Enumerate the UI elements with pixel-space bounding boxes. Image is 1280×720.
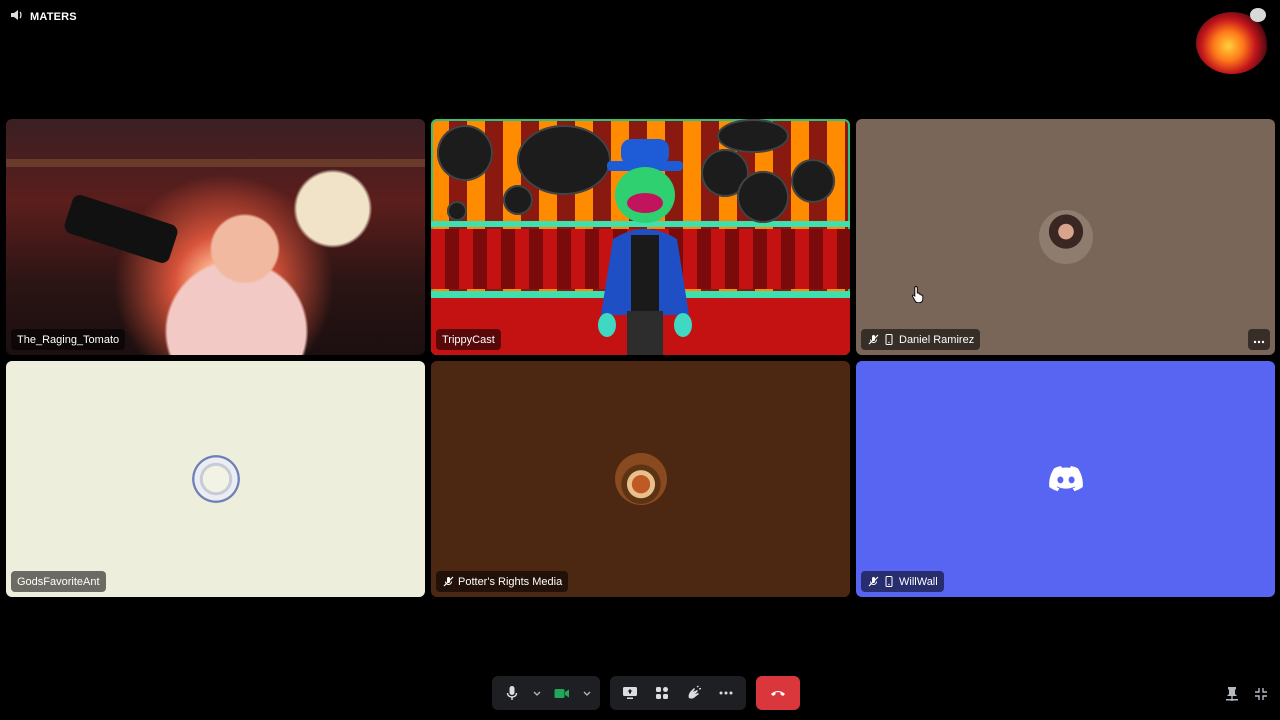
av-controls-group (492, 676, 600, 710)
user-avatar (188, 452, 243, 506)
pin-icon (1226, 687, 1238, 701)
screen-share-button[interactable] (616, 679, 644, 707)
chevron-down-icon (583, 691, 591, 696)
participant-name: Daniel Ramirez (899, 333, 975, 346)
participant-tile[interactable]: WillWall (856, 361, 1275, 597)
server-avatar[interactable] (1196, 8, 1268, 74)
speaker-icon (10, 8, 24, 26)
more-options-button[interactable] (1248, 329, 1270, 350)
mobile-icon (883, 576, 895, 588)
more-options-button[interactable] (712, 679, 740, 707)
activities-icon (656, 687, 668, 699)
background-bubble (447, 201, 467, 221)
participant-name: WillWall (899, 575, 938, 588)
discord-logo-icon (1048, 466, 1083, 492)
background-bubble (437, 125, 493, 181)
participant-grid: The_Raging_Tomato TrippyCast Daniel Rami… (6, 119, 1275, 597)
exit-fullscreen-button[interactable] (1251, 684, 1271, 704)
participant-tile[interactable]: Potter's Rights Media (431, 361, 850, 597)
disconnect-button[interactable] (756, 676, 800, 710)
background-bubble (791, 159, 835, 203)
background-bubble (503, 185, 533, 215)
participant-name: The_Raging_Tomato (17, 333, 120, 346)
background-bubble (717, 119, 789, 153)
screen-share-icon (623, 687, 637, 699)
action-controls-group (610, 676, 746, 710)
muted-icon (867, 576, 879, 588)
camera-options-button[interactable] (580, 679, 594, 707)
participant-name: GodsFavoriteAnt (17, 575, 100, 588)
mobile-icon (883, 334, 895, 346)
user-avatar (1038, 210, 1093, 264)
participant-tile[interactable]: TrippyCast (431, 119, 850, 355)
participant-name-tag: Potter's Rights Media (436, 571, 569, 592)
participant-tile[interactable]: Daniel Ramirez (856, 119, 1275, 355)
hand-cursor-icon (912, 286, 924, 303)
background-bubble (737, 171, 789, 223)
video-camera-icon (554, 688, 569, 698)
participant-tile[interactable]: The_Raging_Tomato (6, 119, 425, 355)
microphone-icon (506, 686, 518, 700)
voice-call-view: MATERS The_Raging_Tomato TrippyCast Dani… (0, 0, 1280, 720)
activities-button[interactable] (648, 679, 676, 707)
participant-name: TrippyCast (442, 333, 495, 346)
pin-button[interactable] (1222, 684, 1242, 704)
microphone-button[interactable] (498, 679, 526, 707)
participant-name-tag: GodsFavoriteAnt (11, 571, 106, 592)
call-controls (492, 676, 800, 710)
channel-name: MATERS (30, 11, 77, 23)
microphone-options-button[interactable] (530, 679, 544, 707)
ellipsis-icon (1253, 333, 1265, 347)
soundboard-icon (688, 685, 702, 699)
user-avatar (614, 453, 667, 505)
participant-name-tag: Daniel Ramirez (861, 329, 981, 350)
camera-button[interactable] (548, 679, 576, 707)
participant-name-tag: The_Raging_Tomato (11, 329, 126, 350)
background-shelf (6, 159, 425, 167)
muted-icon (867, 334, 879, 346)
more-icon (719, 691, 733, 695)
participant-name: Potter's Rights Media (458, 575, 563, 588)
soundboard-button[interactable] (680, 679, 708, 707)
chevron-down-icon (533, 691, 541, 696)
muted-icon (442, 576, 454, 588)
participant-tile[interactable]: GodsFavoriteAnt (6, 361, 425, 597)
channel-header: MATERS (10, 8, 77, 26)
disconnect-icon (771, 691, 785, 696)
chat-bubble-icon[interactable] (1250, 8, 1266, 22)
participant-name-tag: WillWall (861, 571, 944, 592)
participant-name-tag: TrippyCast (436, 329, 501, 350)
background-microphone (62, 192, 180, 266)
clown-character (598, 139, 692, 355)
exit-fullscreen-icon (1255, 688, 1267, 700)
